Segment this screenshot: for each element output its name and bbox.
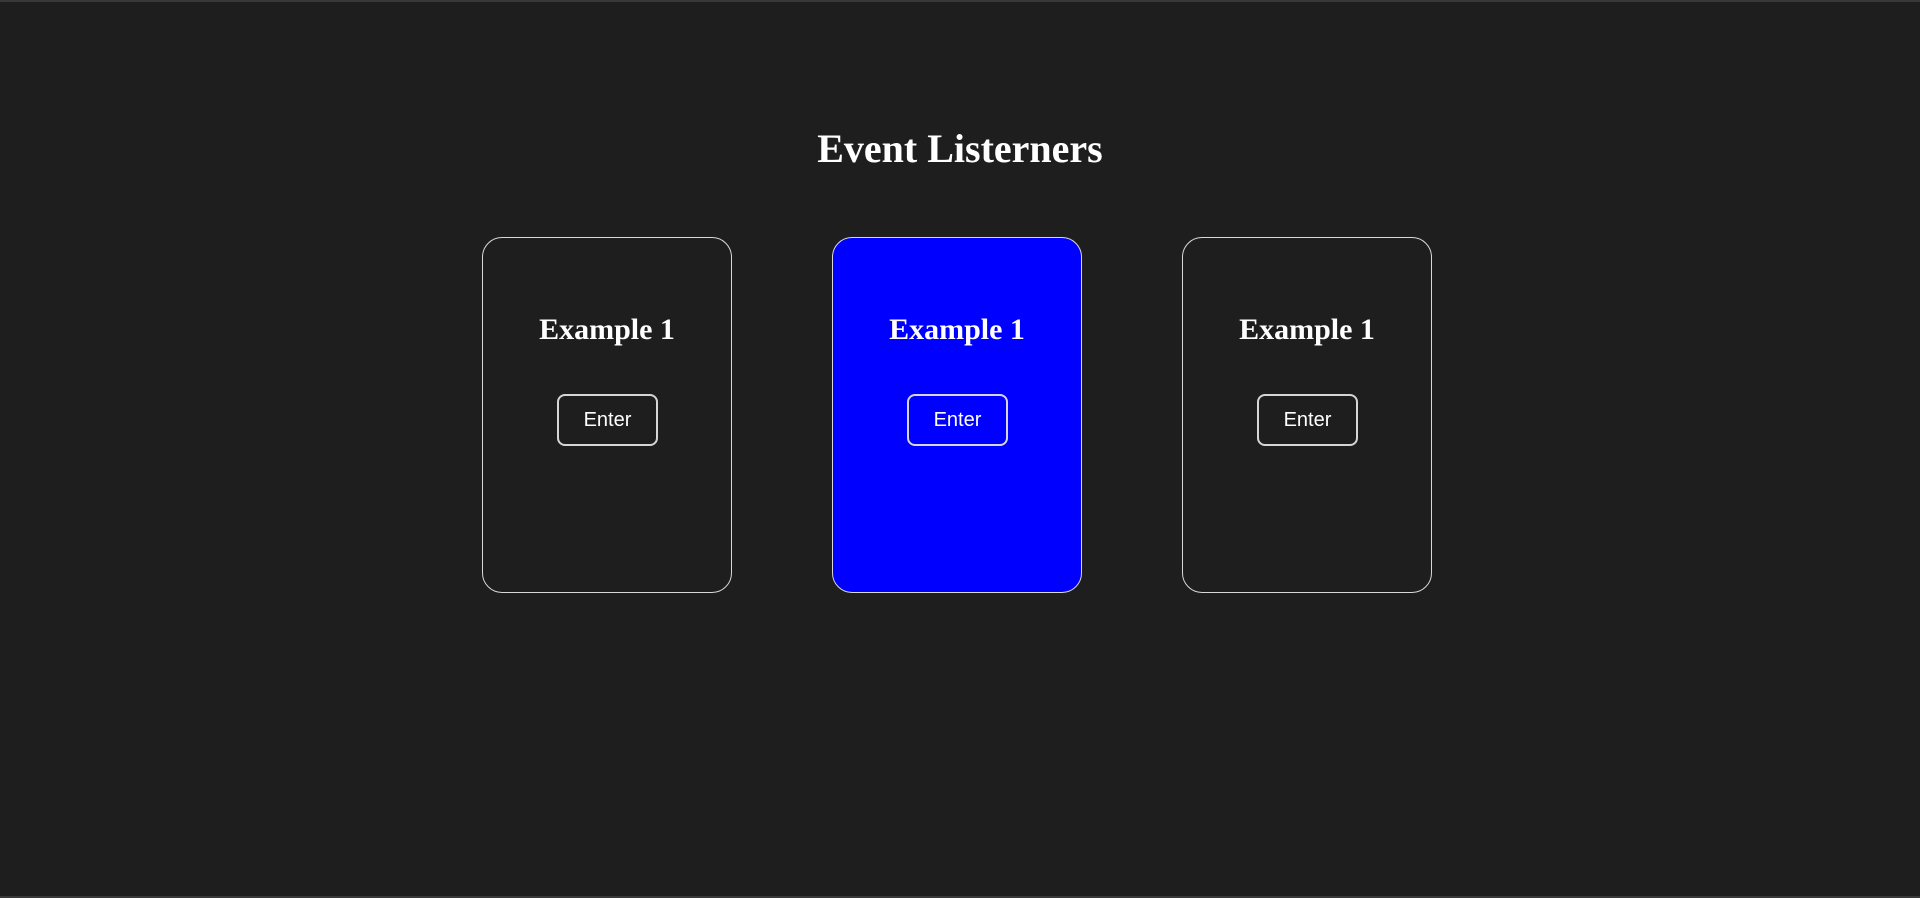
example-card-2[interactable]: Example 1 Enter <box>832 237 1082 593</box>
example-card-1[interactable]: Example 1 Enter <box>482 237 732 593</box>
card-title: Example 1 <box>889 313 1025 346</box>
example-card-3[interactable]: Example 1 Enter <box>1182 237 1432 593</box>
card-title: Example 1 <box>1239 313 1375 346</box>
top-border <box>0 0 1920 2</box>
card-row: Example 1 Enter Example 1 Enter Example … <box>482 237 1432 593</box>
card-title: Example 1 <box>539 313 675 346</box>
page-title: Event Listerners <box>817 126 1103 171</box>
enter-button[interactable]: Enter <box>1257 394 1358 446</box>
enter-button[interactable]: Enter <box>907 394 1008 446</box>
enter-button[interactable]: Enter <box>557 394 658 446</box>
